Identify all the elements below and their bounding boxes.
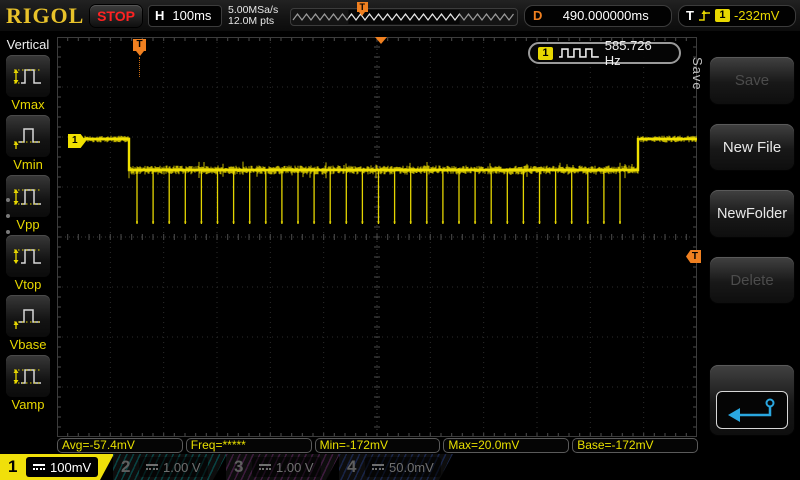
trigger-readout-box: T 1 -232mV xyxy=(678,4,796,27)
oscilloscope-screen: RIGOL STOP H 100ms 5.00MSa/s 12.0M pts T… xyxy=(0,0,800,480)
vtop-label: Vtop xyxy=(14,277,42,292)
new-file-button[interactable]: New File xyxy=(710,124,794,170)
sidebar-item-vmax[interactable]: Vmax xyxy=(0,55,56,113)
vpp-icon xyxy=(13,189,42,205)
channel-1-scale-box: 100mV xyxy=(26,457,98,477)
channel-3-indicator[interactable]: 3 1.00 V xyxy=(226,454,340,480)
dc-coupling-icon xyxy=(372,463,384,471)
channel-3-scale: 1.00 V xyxy=(276,459,314,475)
dc-coupling-icon xyxy=(33,463,45,471)
dc-coupling-icon xyxy=(146,463,158,471)
soft-menu: Save Save New File NewFolder Delete xyxy=(690,33,800,447)
vamp-label: Vamp xyxy=(11,397,45,412)
memory-depth: 12.0M pts xyxy=(228,14,275,27)
trigger-position-marker[interactable]: T xyxy=(133,39,146,56)
top-status-bar: RIGOL STOP H 100ms 5.00MSa/s 12.0M pts T… xyxy=(0,0,800,32)
timebase-waveform-preview xyxy=(292,10,514,24)
rigol-logo: RIGOL xyxy=(6,2,85,28)
vmax-icon xyxy=(13,69,42,84)
measurement-max: Max=20.0mV xyxy=(443,438,570,453)
sidebar-title: Vertical xyxy=(6,37,50,52)
delay-readout-box: D 490.000000ms xyxy=(524,4,672,27)
channel-2-scale: 1.00 V xyxy=(163,459,201,475)
channel-1-number: 1 xyxy=(8,457,18,476)
run-state-indicator[interactable]: STOP xyxy=(90,4,142,27)
acquisition-info: 5.00MSa/s 12.0M pts xyxy=(228,3,284,27)
trigger-slope-icon xyxy=(698,9,710,21)
trigger-level-value: -232mV xyxy=(733,8,780,23)
square-wave-icon xyxy=(558,48,599,58)
ch1-waveform xyxy=(83,135,697,224)
delay-value: 490.000000ms xyxy=(562,8,649,23)
back-button-face xyxy=(716,391,788,429)
back-button[interactable] xyxy=(710,365,794,435)
trigger-label: T xyxy=(686,8,694,23)
timebase-value: 100ms xyxy=(172,8,212,23)
trigger-source-chip: 1 xyxy=(714,9,730,22)
sidebar-item-vtop[interactable]: Vtop xyxy=(0,235,56,293)
channel-3-scale-box: 1.00 V xyxy=(252,457,321,477)
channel-4-scale: 50.0mV xyxy=(389,459,434,475)
measurement-bar: Avg=-57.4mV Freq=***** Min=-172mV Max=20… xyxy=(57,438,698,453)
measurement-min: Min=-172mV xyxy=(314,438,441,453)
sidebar-item-vamp[interactable]: Vamp xyxy=(0,355,56,413)
channel-4-scale-box: 50.0mV xyxy=(365,457,441,477)
timebase-position-strip[interactable]: T xyxy=(290,2,518,26)
channel-1-scale: 100mV xyxy=(50,459,92,475)
delay-label: D xyxy=(533,8,543,23)
return-arrow-icon xyxy=(728,398,775,422)
sample-rate: 5.00MSa/s xyxy=(228,3,279,16)
new-folder-button[interactable]: NewFolder xyxy=(710,190,794,237)
vmax-button[interactable] xyxy=(6,55,50,97)
freq-source-chip: 1 xyxy=(538,46,553,60)
dc-coupling-icon xyxy=(259,463,271,471)
channel-3-number: 3 xyxy=(234,457,244,476)
vpp-label: Vpp xyxy=(16,217,40,232)
sidebar-item-vbase[interactable]: Vbase xyxy=(0,295,56,353)
delete-button[interactable]: Delete xyxy=(710,257,794,303)
frequency-counter: 1 585.726 Hz xyxy=(528,38,681,68)
vamp-button[interactable] xyxy=(6,355,50,397)
horizontal-timebase-box[interactable]: H 100ms xyxy=(148,4,222,27)
graticule-area xyxy=(57,37,697,437)
menu-tab-title: Save xyxy=(690,57,705,91)
channel-4-indicator[interactable]: 4 50.0mV xyxy=(339,454,453,480)
sidebar-item-vmin[interactable]: Vmin xyxy=(0,115,56,173)
channel-1-indicator[interactable]: 1 100mV xyxy=(0,454,114,480)
channel-status-bar: 1 100mV 2 1.00 V 3 1.00 V 4 50.0mV xyxy=(0,454,800,480)
channel-4-number: 4 xyxy=(347,457,357,476)
vbase-button[interactable] xyxy=(6,295,50,337)
save-button[interactable]: Save xyxy=(710,57,794,104)
channel-2-indicator[interactable]: 2 1.00 V xyxy=(113,454,227,480)
vbase-icon xyxy=(13,309,42,329)
vpp-button[interactable] xyxy=(6,175,50,217)
vmin-button[interactable] xyxy=(6,115,50,157)
vtop-button[interactable] xyxy=(6,235,50,277)
measurement-freq: Freq=***** xyxy=(185,438,312,453)
trigger-center-indicator xyxy=(375,37,387,44)
vamp-icon xyxy=(13,369,42,384)
vertical-measure-sidebar: Vertical Vmax Vmin Vpp Vtop Vbase Vamp xyxy=(0,33,56,438)
frequency-value: 585.726 Hz xyxy=(604,38,652,68)
vtop-icon xyxy=(13,249,42,264)
measurement-base: Base=-172mV xyxy=(572,438,698,453)
vmin-label: Vmin xyxy=(13,157,43,172)
measurement-avg: Avg=-57.4mV xyxy=(57,438,183,453)
trigger-position-line xyxy=(139,57,140,77)
horizontal-label: H xyxy=(155,8,165,23)
vmax-label: Vmax xyxy=(11,97,45,112)
channel-2-scale-box: 1.00 V xyxy=(139,457,208,477)
channel-2-number: 2 xyxy=(121,457,131,476)
trigger-position-flag-small[interactable]: T xyxy=(356,2,368,16)
vbase-label: Vbase xyxy=(9,337,47,352)
menu-page-dots xyxy=(6,198,10,234)
vmin-icon xyxy=(13,128,42,149)
